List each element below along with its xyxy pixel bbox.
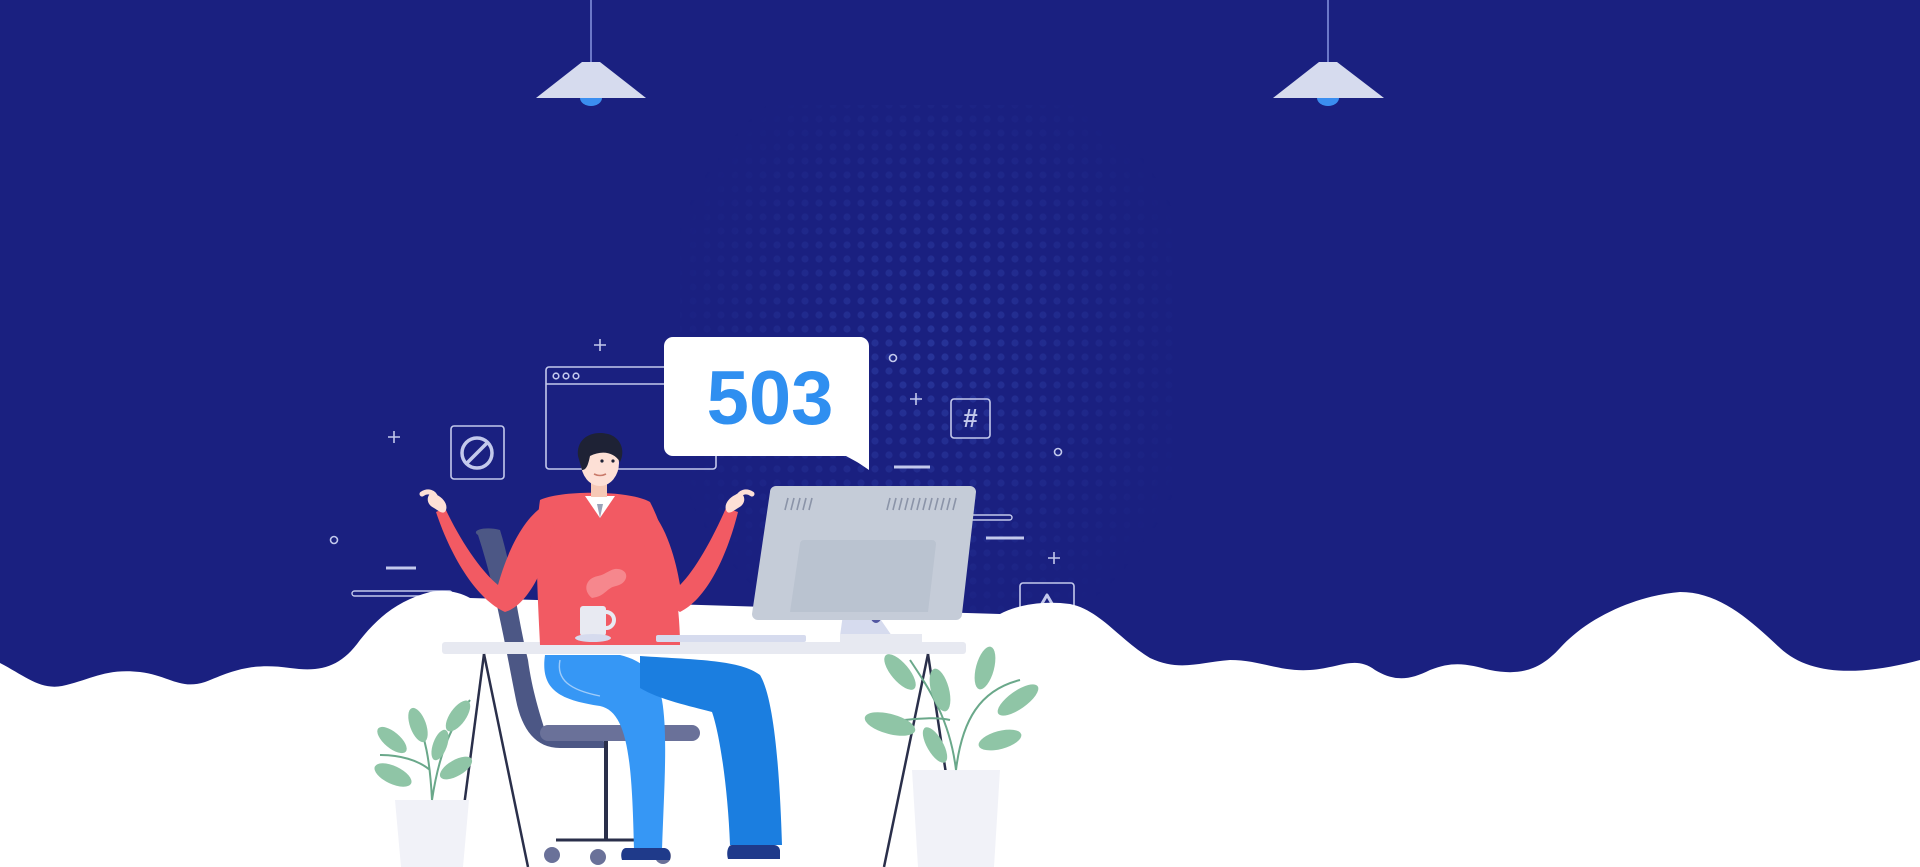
hash-icon-glyph: # xyxy=(963,403,978,433)
error-page: # 503 xyxy=(0,0,1920,867)
computer-monitor xyxy=(752,486,976,642)
keyboard xyxy=(656,635,806,642)
error-code: 503 xyxy=(707,356,834,441)
error-illustration: # 503 xyxy=(0,0,1920,867)
error-speech-bubble: 503 xyxy=(664,337,869,470)
